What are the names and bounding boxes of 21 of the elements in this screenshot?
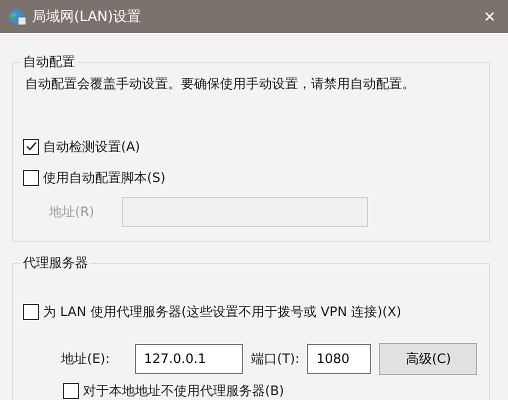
checkbox[interactable] [23,304,39,320]
checkbox-label: 自动检测设置(A) [43,138,140,156]
checkmark-icon [26,141,36,152]
checkbox[interactable] [63,382,79,398]
port-field[interactable]: 1080 [307,344,372,374]
checkbox-label: 对于本地地址不使用代理服务器(B) [83,382,284,400]
globe-icon [8,8,26,26]
group-title: 自动配置 [22,54,76,71]
description: 自动配置会覆盖手动设置。要确保使用手动设置，请禁用自动配置。 [25,76,416,93]
advanced-button[interactable]: 高级(C) [379,343,478,375]
checkbox-label: 为 LAN 使用代理服务器(这些设置不用于拨号或 VPN 连接)(X) [43,304,402,320]
checkbox[interactable] [23,170,39,186]
address-label: 地址(R) [49,204,94,221]
group-title: 代理服务器 [22,255,89,272]
address-label: 地址(E): [61,351,111,368]
checkbox-label: 使用自动配置脚本(S) [43,170,166,186]
close-button[interactable]: ✕ [479,8,500,26]
window-title: 局域网(LAN)设置 [32,8,142,26]
address-field[interactable]: 127.0.0.1 [135,344,243,374]
port-label: 端口(T): [251,351,300,368]
checkbox[interactable] [23,138,39,154]
